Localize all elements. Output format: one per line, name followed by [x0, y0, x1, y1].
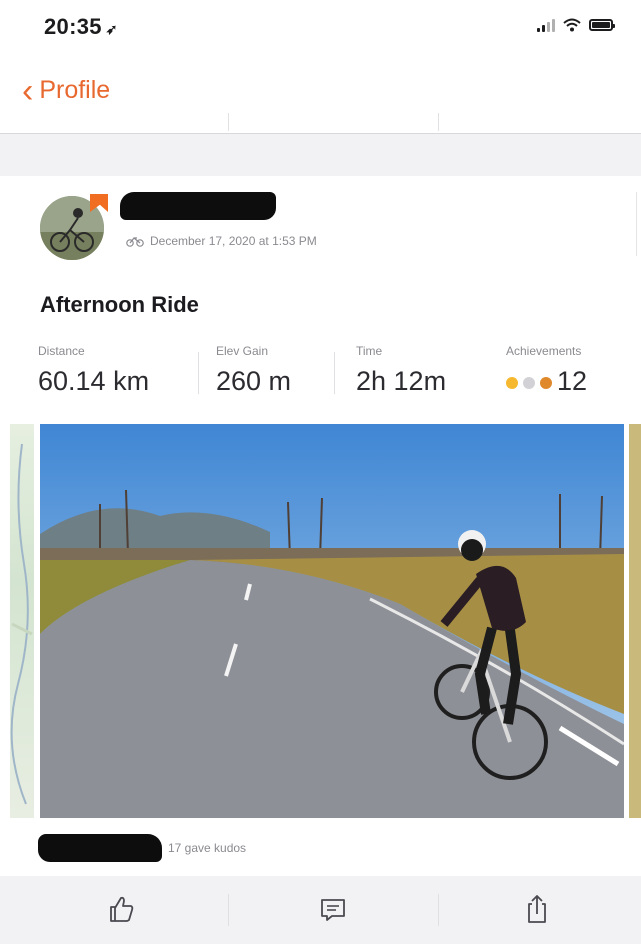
route-map-thumbnail[interactable] — [10, 424, 34, 818]
stat-distance: Distance 60.14 km — [38, 344, 149, 397]
activity-stats: Distance 60.14 km Elev Gain 260 m Time 2… — [38, 344, 638, 404]
stat-value: 2h 12m — [356, 366, 447, 396]
thumbs-up-icon — [110, 896, 134, 922]
activity-meta: December 17, 2020 at 1:53 PM — [126, 234, 317, 248]
status-time: 20:35 ➶ — [44, 14, 118, 39]
activity-date: December 17, 2020 at 1:53 PM — [150, 234, 317, 248]
comment-icon — [321, 899, 345, 921]
stat-time: Time 2h 12m — [356, 344, 446, 397]
divider — [438, 894, 439, 926]
stat-label: Time — [356, 344, 383, 358]
comment-button[interactable] — [316, 892, 350, 926]
silver-medal-icon — [523, 376, 535, 389]
back-button[interactable]: ‹ Profile — [22, 71, 111, 110]
activity-title[interactable]: Afternoon Ride — [40, 292, 199, 318]
battery-icon — [589, 19, 615, 31]
activity-action-bar — [0, 876, 641, 944]
divider — [334, 352, 335, 394]
athlete-name-redacted — [120, 192, 276, 220]
share-button[interactable] — [520, 892, 554, 926]
stat-value: 60.14 km — [38, 366, 150, 396]
share-icon — [528, 895, 546, 923]
stat-value: 12 — [506, 366, 587, 397]
stat-value: 260 m — [216, 366, 292, 396]
wifi-icon — [563, 18, 581, 32]
stat-label: Achievements — [506, 344, 582, 358]
kudos-avatars-redacted — [38, 834, 162, 862]
achievements-count: 12 — [557, 366, 588, 396]
next-media-thumbnail[interactable] — [629, 424, 641, 818]
divider — [198, 352, 199, 394]
media-carousel[interactable] — [0, 424, 641, 820]
status-bar: 20:35 ➶ — [0, 0, 641, 52]
kudos-count: 17 gave kudos — [168, 841, 247, 855]
back-label: Profile — [39, 76, 111, 104]
divider — [228, 894, 229, 926]
stat-elev-gain: Elev Gain 260 m — [216, 344, 291, 397]
divider — [228, 113, 229, 131]
status-icons — [537, 18, 615, 32]
kudos-summary[interactable]: 17 gave kudos — [38, 834, 246, 862]
signal-icon — [537, 18, 555, 32]
divider — [438, 113, 439, 131]
chevron-left-icon: ‹ — [22, 71, 34, 110]
location-arrow-icon: ➶ — [105, 21, 118, 37]
strava-badge-icon — [90, 194, 108, 212]
gold-medal-icon — [506, 376, 518, 389]
bike-icon — [126, 237, 144, 247]
adjacent-card-edge — [636, 192, 641, 256]
bronze-medal-icon — [540, 376, 552, 389]
feed-separator — [0, 134, 641, 176]
activity-photo[interactable] — [40, 424, 624, 818]
kudos-button[interactable] — [104, 892, 138, 926]
stat-label: Elev Gain — [216, 344, 269, 358]
stat-label: Distance — [38, 344, 85, 358]
stat-achievements[interactable]: Achievements 12 — [506, 344, 587, 397]
previous-card-actions — [0, 113, 641, 134]
